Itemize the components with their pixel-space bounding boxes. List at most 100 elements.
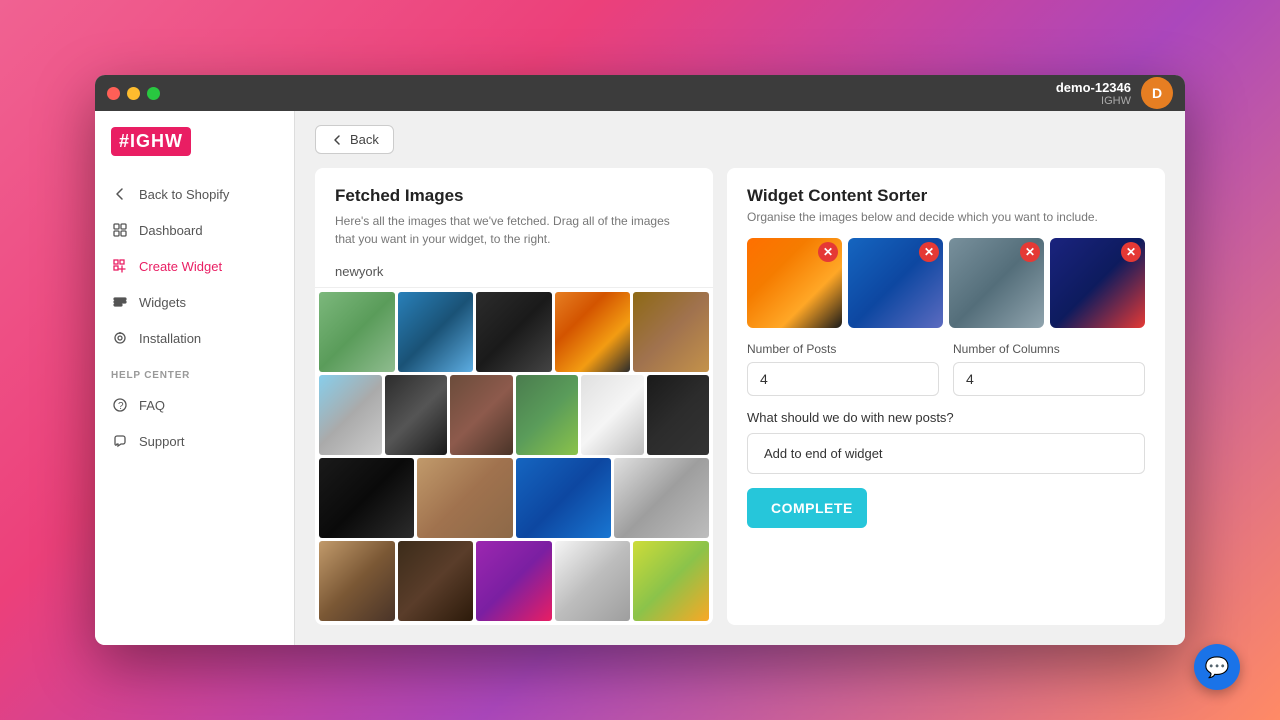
preview-image-3[interactable]: ✕ bbox=[949, 238, 1044, 328]
remove-image-2-button[interactable]: ✕ bbox=[919, 242, 939, 262]
support-icon bbox=[111, 432, 129, 450]
sidebar-label-dashboard: Dashboard bbox=[139, 223, 203, 238]
image-cell[interactable] bbox=[633, 541, 709, 621]
image-cell[interactable] bbox=[319, 375, 382, 455]
new-posts-label: What should we do with new posts? bbox=[747, 410, 1145, 425]
image-grid bbox=[315, 288, 713, 625]
image-cell[interactable] bbox=[555, 292, 631, 372]
chat-bubble-button[interactable]: 💬 bbox=[1194, 644, 1240, 690]
fetched-images-title: Fetched Images bbox=[335, 186, 693, 206]
posts-label: Number of Posts bbox=[747, 342, 939, 356]
back-bar: Back bbox=[295, 111, 1185, 168]
sidebar-label-faq: FAQ bbox=[139, 398, 165, 413]
fetched-images-panel: Fetched Images Here's all the images tha… bbox=[315, 168, 713, 625]
sidebar-item-create-widget[interactable]: Create Widget bbox=[95, 248, 294, 284]
user-profile: demo-12346 IGHW D bbox=[1056, 77, 1173, 109]
image-row bbox=[319, 458, 709, 538]
sidebar-label-installation: Installation bbox=[139, 331, 201, 346]
settings-row: Number of Posts Number of Columns bbox=[747, 342, 1145, 396]
preview-image-4[interactable]: ✕ bbox=[1050, 238, 1145, 328]
image-cell[interactable] bbox=[614, 458, 709, 538]
image-cell[interactable] bbox=[398, 541, 474, 621]
dashboard-icon bbox=[111, 221, 129, 239]
widgets-icon bbox=[111, 293, 129, 311]
image-row bbox=[319, 292, 709, 372]
columns-setting: Number of Columns bbox=[953, 342, 1145, 396]
image-cell[interactable] bbox=[633, 292, 709, 372]
back-arrow-icon bbox=[330, 133, 344, 147]
image-cell[interactable] bbox=[476, 292, 552, 372]
widget-sorter-panel: Widget Content Sorter Organise the image… bbox=[727, 168, 1165, 625]
image-cell[interactable] bbox=[450, 375, 513, 455]
logo-text: IGHW bbox=[130, 131, 183, 151]
main-content: Back Fetched Images Here's all the image… bbox=[295, 111, 1185, 645]
avatar: D bbox=[1141, 77, 1173, 109]
image-row bbox=[319, 541, 709, 621]
sidebar-label-widgets: Widgets bbox=[139, 295, 186, 310]
remove-image-4-button[interactable]: ✕ bbox=[1121, 242, 1141, 262]
logo: #IGHW bbox=[95, 127, 294, 176]
traffic-lights bbox=[107, 87, 160, 100]
sidebar-item-back-shopify[interactable]: Back to Shopify bbox=[95, 176, 294, 212]
user-name: demo-12346 bbox=[1056, 80, 1131, 95]
close-button[interactable] bbox=[107, 87, 120, 100]
logo-box: #IGHW bbox=[111, 127, 191, 156]
image-cell[interactable] bbox=[319, 458, 414, 538]
image-cell[interactable] bbox=[319, 541, 395, 621]
tag-value: newyork bbox=[335, 264, 383, 279]
new-posts-option[interactable]: Add to end of widget bbox=[747, 433, 1145, 474]
image-cell[interactable] bbox=[516, 458, 611, 538]
sorter-header: Widget Content Sorter Organise the image… bbox=[747, 186, 1145, 224]
image-cell[interactable] bbox=[417, 458, 512, 538]
image-cell[interactable] bbox=[516, 375, 579, 455]
help-center-label: HELP CENTER bbox=[95, 356, 294, 387]
preview-images: ✕ ✕ ✕ ✕ bbox=[747, 238, 1145, 328]
complete-section: COMPLETE bbox=[747, 488, 1145, 528]
minimize-button[interactable] bbox=[127, 87, 140, 100]
image-cell[interactable] bbox=[555, 541, 631, 621]
sidebar-label-create-widget: Create Widget bbox=[139, 259, 222, 274]
remove-image-3-button[interactable]: ✕ bbox=[1020, 242, 1040, 262]
sorter-title: Widget Content Sorter bbox=[747, 186, 1145, 206]
fetched-images-desc: Here's all the images that we've fetched… bbox=[335, 212, 693, 248]
chat-icon: 💬 bbox=[1205, 655, 1230, 680]
fetched-images-header: Fetched Images Here's all the images tha… bbox=[315, 168, 713, 256]
sidebar-item-widgets[interactable]: Widgets bbox=[95, 284, 294, 320]
sidebar-item-dashboard[interactable]: Dashboard bbox=[95, 212, 294, 248]
preview-image-1[interactable]: ✕ bbox=[747, 238, 842, 328]
image-cell[interactable] bbox=[476, 541, 552, 621]
sidebar-item-installation[interactable]: Installation bbox=[95, 320, 294, 356]
arrow-left-icon bbox=[111, 185, 129, 203]
remove-image-1-button[interactable]: ✕ bbox=[818, 242, 838, 262]
sidebar-item-faq[interactable]: ? FAQ bbox=[95, 387, 294, 423]
back-button-label: Back bbox=[350, 132, 379, 147]
columns-label: Number of Columns bbox=[953, 342, 1145, 356]
columns-input[interactable] bbox=[953, 362, 1145, 396]
image-cell[interactable] bbox=[581, 375, 644, 455]
back-button[interactable]: Back bbox=[315, 125, 394, 154]
fullscreen-button[interactable] bbox=[147, 87, 160, 100]
image-row bbox=[319, 375, 709, 455]
preview-image-2[interactable]: ✕ bbox=[848, 238, 943, 328]
titlebar: demo-12346 IGHW D bbox=[95, 75, 1185, 111]
question-icon: ? bbox=[111, 396, 129, 414]
posts-input[interactable] bbox=[747, 362, 939, 396]
sidebar-label-support: Support bbox=[139, 434, 185, 449]
installation-icon bbox=[111, 329, 129, 347]
posts-setting: Number of Posts bbox=[747, 342, 939, 396]
image-cell[interactable] bbox=[319, 292, 395, 372]
new-posts-section: What should we do with new posts? Add to… bbox=[747, 410, 1145, 474]
create-widget-icon bbox=[111, 257, 129, 275]
sorter-desc: Organise the images below and decide whi… bbox=[747, 210, 1145, 224]
image-cell[interactable] bbox=[385, 375, 448, 455]
user-info: demo-12346 IGHW bbox=[1056, 80, 1131, 107]
sidebar: #IGHW Back to Shopify bbox=[95, 111, 295, 645]
svg-text:?: ? bbox=[118, 401, 124, 412]
content-area: #IGHW Back to Shopify bbox=[95, 111, 1185, 645]
user-store: IGHW bbox=[1056, 95, 1131, 107]
complete-button[interactable]: COMPLETE bbox=[747, 488, 867, 528]
image-cell[interactable] bbox=[647, 375, 710, 455]
sidebar-item-support[interactable]: Support bbox=[95, 423, 294, 459]
image-cell[interactable] bbox=[398, 292, 474, 372]
panels: Fetched Images Here's all the images tha… bbox=[295, 168, 1185, 645]
